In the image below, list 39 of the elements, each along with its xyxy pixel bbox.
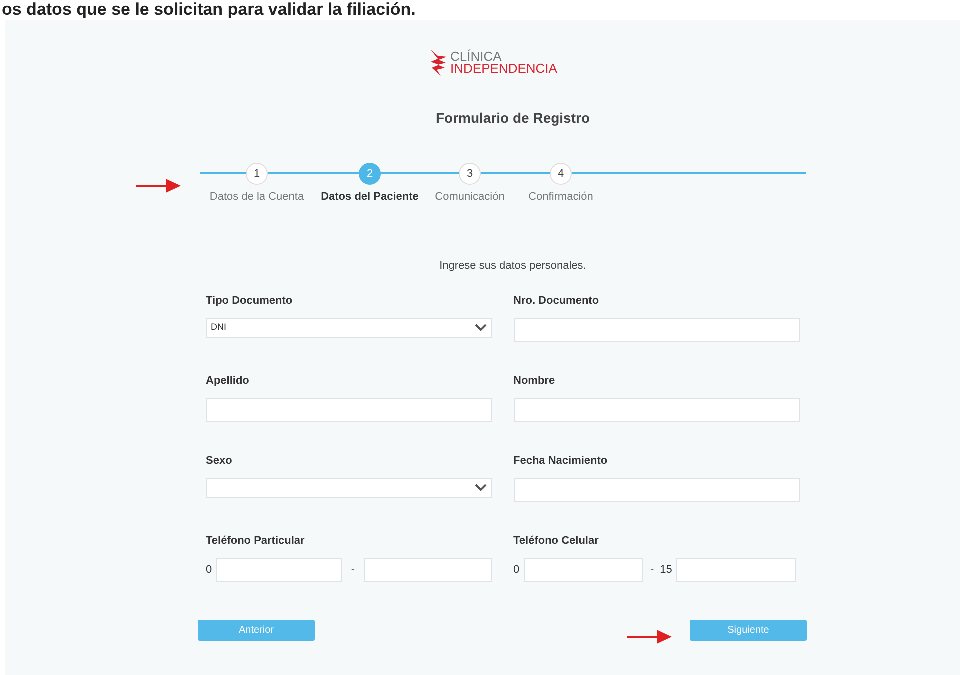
form-title: Formulario de Registro	[436, 109, 590, 128]
arrow-icon	[627, 630, 672, 644]
field-label: Tipo Documento	[206, 294, 294, 308]
input-field[interactable]	[514, 398, 800, 422]
heading-text: os datos que se le solicitan para validar la filiación.	[1, 0, 417, 20]
field-label: Teléfono Particular	[206, 534, 306, 548]
logo-text: INDEPENDENCIA	[450, 63, 558, 75]
select-field[interactable]: DNI	[206, 318, 492, 338]
field-label: Sexo	[206, 454, 234, 468]
input-field[interactable]	[206, 398, 492, 422]
input-field[interactable]	[514, 478, 800, 502]
step-label: Comunicación	[435, 190, 505, 205]
input-field[interactable]	[524, 558, 642, 582]
field-label: Nro. Documento	[514, 294, 600, 308]
input-field[interactable]	[676, 558, 796, 582]
nav-button[interactable]: Anterior	[198, 620, 315, 641]
field-label: Nombre	[514, 374, 556, 388]
chevron-down-icon	[475, 324, 487, 332]
select-field[interactable]	[206, 478, 492, 498]
field-label: Teléfono Celular	[514, 534, 600, 548]
field-label: Apellido	[206, 374, 250, 388]
separator-text: -	[650, 562, 654, 578]
logo-text: CLÍNICA	[450, 51, 502, 63]
chevron-down-icon	[475, 484, 487, 492]
step-label: Confirmación	[528, 190, 594, 205]
separator-text: -	[351, 562, 356, 578]
field-label: Fecha Nacimiento	[514, 454, 609, 468]
step-label: Datos de la Cuenta	[210, 190, 304, 205]
instruction-text: Ingrese sus datos personales.	[440, 258, 586, 274]
logo-emblem-icon	[428, 48, 449, 78]
step-label: Datos del Paciente	[321, 190, 419, 205]
phone-prefix: 0	[206, 562, 214, 578]
arrow-icon	[136, 179, 181, 193]
input-field[interactable]	[364, 558, 492, 582]
phone-prefix: 0	[514, 562, 521, 578]
input-field[interactable]	[514, 318, 800, 342]
nav-button[interactable]: Siguiente	[690, 620, 807, 641]
input-field[interactable]	[216, 558, 342, 582]
phone-prefix: 15	[660, 562, 672, 578]
